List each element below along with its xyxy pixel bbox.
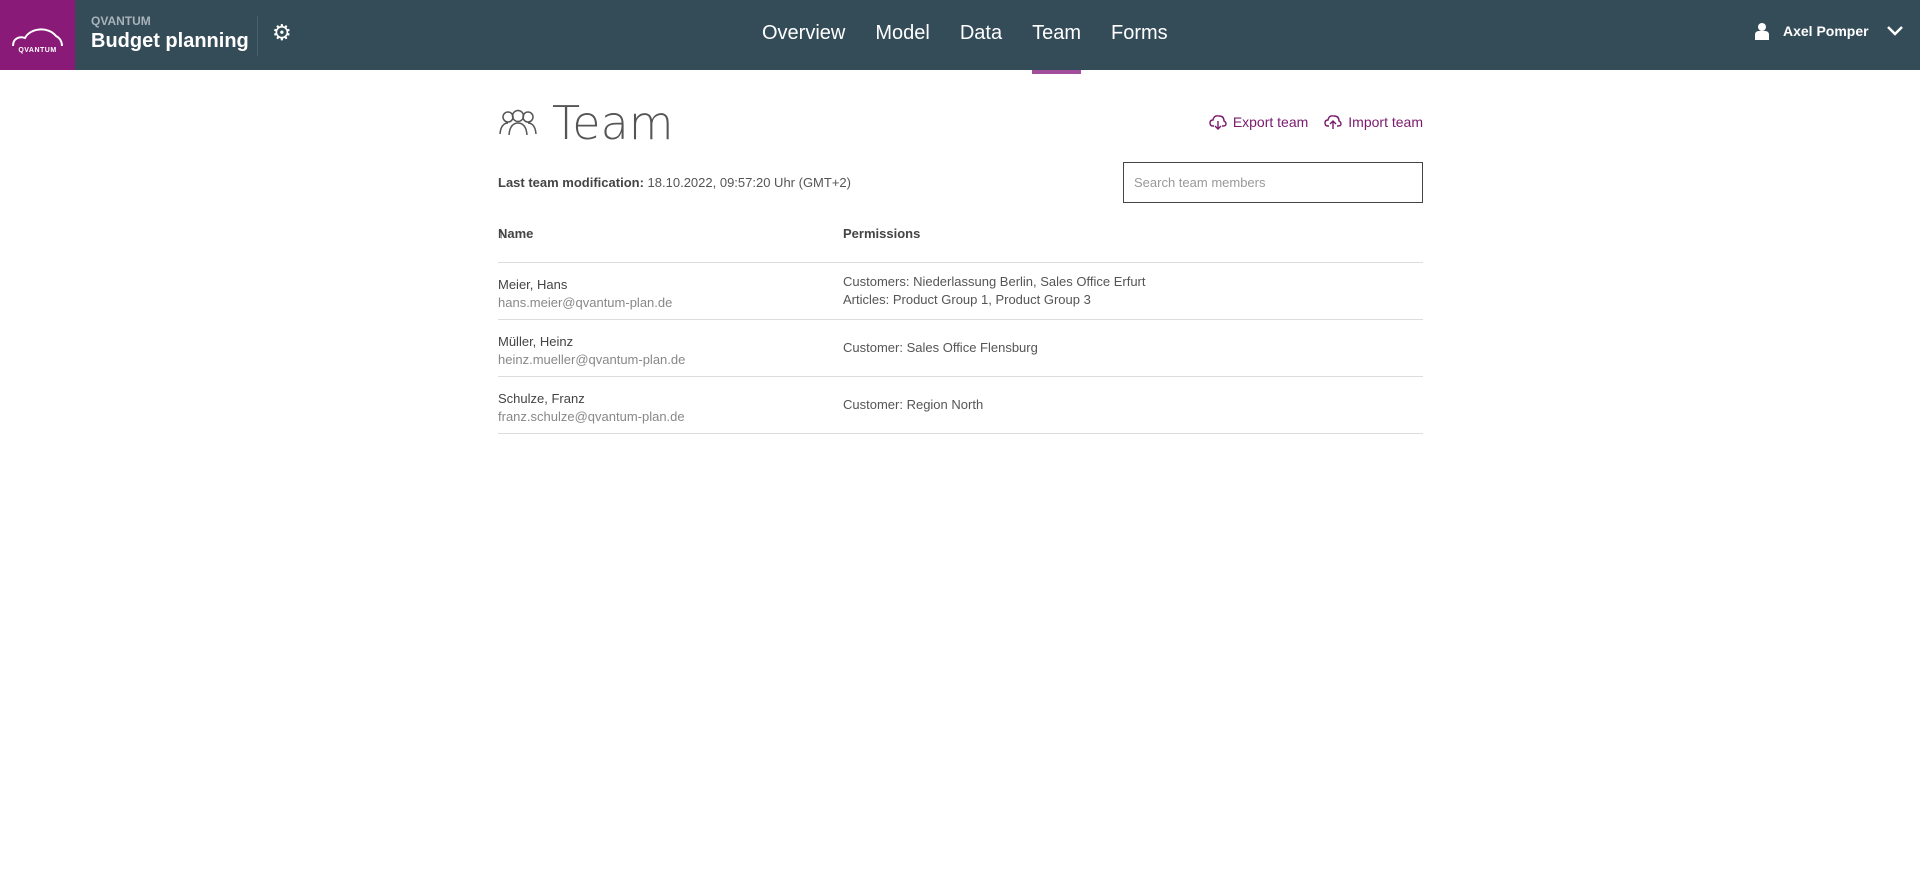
export-team-button[interactable]: Export team — [1209, 114, 1308, 130]
page-title: Team — [498, 96, 674, 150]
member-name: Schulze, Franz — [498, 391, 585, 406]
cloud-logo-icon — [12, 28, 63, 47]
import-team-label: Import team — [1348, 114, 1423, 130]
import-team-button[interactable]: Import team — [1324, 114, 1423, 130]
nav-team[interactable]: Team — [1032, 0, 1081, 74]
member-email: franz.schulze@qvantum-plan.de — [498, 409, 685, 424]
team-icon — [499, 109, 537, 136]
qvantum-logo[interactable]: QVANTUM — [0, 0, 75, 70]
divider — [257, 16, 258, 56]
member-permission: Customers: Niederlassung Berlin, Sales O… — [843, 274, 1146, 289]
table-row[interactable]: Meier, Hans hans.meier@qvantum-plan.de Cu… — [498, 263, 1423, 320]
member-name: Meier, Hans — [498, 277, 568, 292]
nav-model[interactable]: Model — [875, 0, 929, 70]
cloud-download-icon — [1209, 115, 1227, 130]
team-actions: Export team Import team — [1193, 114, 1423, 130]
team-table: Meier, Hans hans.meier@qvantum-plan.de Cu… — [498, 263, 1423, 434]
page-title-text: Team — [552, 96, 674, 150]
table-row[interactable]: Schulze, Franz franz.schulze@qvantum-plan… — [498, 377, 1423, 434]
permissions-column-header: Permissions — [843, 226, 921, 241]
app-brand: QVANTUM Budget planning — [91, 14, 249, 53]
member-permission: Articles: Product Group 1, Product Group… — [843, 292, 1091, 307]
member-email: heinz.mueller@qvantum-plan.de — [498, 352, 686, 367]
search-team-members-input[interactable] — [1123, 162, 1423, 203]
last-modification-value: 18.10.2022, 09:57:20 Uhr (GMT+2) — [647, 175, 851, 190]
user-icon — [1755, 23, 1769, 40]
top-bar: QVANTUM QVANTUM Budget planning ⚙ Overvi… — [0, 0, 1920, 74]
member-permission: Customer: Sales Office Flensburg — [843, 340, 1038, 355]
app-title: Budget planning — [91, 30, 249, 52]
nav-overview[interactable]: Overview — [762, 0, 845, 70]
table-header: Name ↑ Permissions — [498, 226, 1423, 263]
app-label: QVANTUM — [91, 14, 151, 28]
name-column-label: Name — [498, 226, 534, 241]
member-email: hans.meier@qvantum-plan.de — [498, 295, 673, 310]
member-permission: Customer: Region North — [843, 397, 984, 412]
member-name: Müller, Heinz — [498, 334, 574, 349]
logo-text: QVANTUM — [18, 47, 57, 54]
nav-forms[interactable]: Forms — [1111, 0, 1168, 70]
table-row[interactable]: Müller, Heinz heinz.mueller@qvantum-plan.… — [498, 320, 1423, 377]
user-menu[interactable]: Axel Pomper — [1755, 22, 1903, 40]
last-modification: Last team modification: 18.10.2022, 09:5… — [498, 175, 851, 190]
nav-data[interactable]: Data — [960, 0, 1002, 70]
user-name: Axel Pomper — [1783, 23, 1869, 39]
chevron-down-icon — [1886, 26, 1903, 36]
gear-icon[interactable]: ⚙ — [272, 22, 292, 44]
main-nav: Overview Model Data Team Forms — [762, 0, 1198, 74]
cloud-upload-icon — [1324, 115, 1342, 129]
name-column-header[interactable]: Name ↑ — [498, 226, 533, 241]
last-modification-label: Last team modification: — [498, 175, 644, 190]
export-team-label: Export team — [1232, 114, 1309, 130]
